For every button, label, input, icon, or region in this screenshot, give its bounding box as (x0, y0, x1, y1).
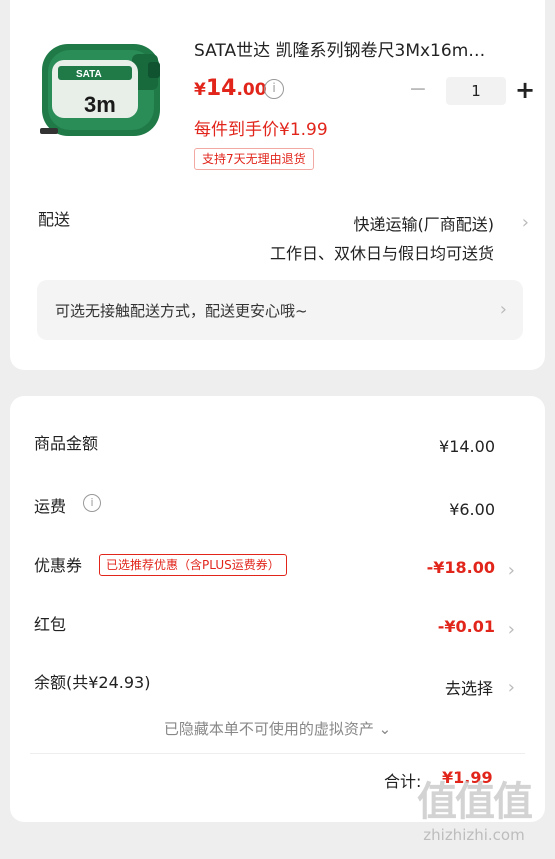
product-title[interactable]: SATA世达 凯隆系列钢卷尺3Mx16m… (194, 36, 524, 61)
chevron-right-icon[interactable]: › (522, 213, 529, 233)
product-price: ¥14.00 (194, 76, 267, 101)
delivery-time: 工作日、双休日与假日均可送货 (269, 244, 494, 263)
tape-measure-icon: SATA 3m (40, 44, 160, 136)
shipping-value: ¥6.00 (449, 500, 495, 519)
delivery-method[interactable]: 快递运输(厂商配送) (354, 211, 495, 235)
coupon-tag[interactable]: 已选推荐优惠（含PLUS运费券） (99, 554, 287, 576)
chevron-right-icon[interactable]: › (508, 620, 515, 640)
hidden-assets-toggle[interactable]: 已隐藏本单不可使用的虚拟资产 ⌄ (10, 718, 545, 739)
svg-text:SATA: SATA (76, 69, 102, 80)
goods-amount-label: 商品金额 (34, 434, 99, 453)
product-image[interactable]: SATA 3m (38, 32, 168, 144)
divider (30, 753, 525, 754)
shipping-label: 运费 (34, 497, 67, 516)
watermark-mark: 值值值 (417, 779, 533, 825)
balance-label: 余额(共¥24.93) (34, 673, 151, 692)
watermark-url: zhizhizhi.com (423, 826, 525, 844)
red-packet-label: 红包 (34, 615, 67, 634)
balance-select[interactable]: 去选择 (445, 675, 493, 699)
unit-price: 每件到手价¥1.99 (194, 120, 328, 140)
coupon-value[interactable]: -¥18.00 (427, 558, 495, 577)
price-info-icon[interactable]: i (264, 79, 284, 99)
svg-text:3m: 3m (84, 92, 116, 117)
quantity-input[interactable]: 1 (446, 77, 506, 105)
delivery-label: 配送 (38, 210, 71, 229)
quantity-decrease-button[interactable]: − (408, 78, 428, 102)
contactless-delivery-notice[interactable]: 可选无接触配送方式，配送更安心哦~ › (37, 280, 523, 340)
notice-text: 可选无接触配送方式，配送更安心哦~ (55, 302, 308, 320)
return-policy-badge: 支持7天无理由退货 (194, 148, 314, 170)
chevron-right-icon: › (499, 299, 507, 320)
chevron-right-icon[interactable]: › (508, 561, 515, 581)
quantity-increase-button[interactable]: + (513, 76, 537, 104)
product-card: SATA 3m SATA世达 凯隆系列钢卷尺3Mx16m… ¥14.00 i −… (10, 0, 545, 370)
watermark-logo: 值值值 zhizhizhi.com (404, 778, 544, 858)
coupon-label: 优惠券 (34, 556, 83, 575)
shipping-info-icon[interactable]: i (83, 494, 101, 512)
goods-amount-value: ¥14.00 (439, 437, 495, 456)
chevron-right-icon[interactable]: › (508, 678, 515, 698)
red-packet-value[interactable]: -¥0.01 (438, 617, 495, 636)
order-summary-card: 商品金额 ¥14.00 运费 i ¥6.00 优惠券 已选推荐优惠（含PLUS运… (10, 396, 545, 822)
